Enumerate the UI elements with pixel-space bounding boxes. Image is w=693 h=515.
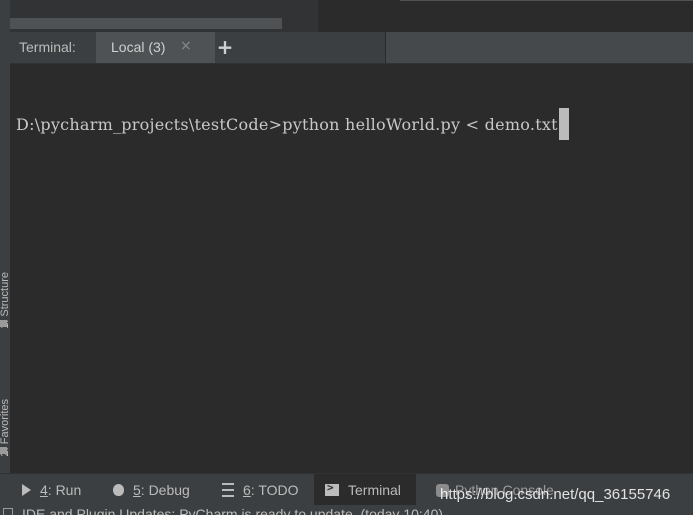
tab-debug[interactable]: 5: Debug <box>113 474 190 506</box>
tab-run-label: : Run <box>47 482 82 498</box>
command-text: python helloWorld.py < demo.txt <box>282 115 558 134</box>
tab-run-key: 4 <box>40 482 48 498</box>
command-line: D:\pycharm_projects\testCode>python hell… <box>16 108 569 140</box>
terminal-output[interactable]: D:\pycharm_projects\testCode>python hell… <box>10 64 693 473</box>
editor-right-pane <box>320 0 693 32</box>
terminal-icon <box>325 481 339 496</box>
tab-todo-label: : TODO <box>250 482 299 498</box>
tab-terminal[interactable]: Terminal <box>314 474 416 506</box>
status-message[interactable]: IDE and Plugin Updates: PyCharm is ready… <box>22 506 443 515</box>
structure-icon <box>0 320 7 327</box>
horizontal-scrollbar[interactable] <box>10 18 282 29</box>
tab-terminal-label: Terminal <box>348 482 401 498</box>
tab-debug-key: 5 <box>133 482 141 498</box>
new-session-button[interactable]: + <box>214 35 236 59</box>
tab-label: Local (3) <box>111 39 166 55</box>
bug-icon <box>113 484 124 496</box>
list-icon <box>222 483 234 497</box>
prompt-path: D:\pycharm_projects\testCode> <box>16 115 283 134</box>
editor-area-top <box>0 0 693 32</box>
tab-todo-key: 6 <box>243 482 251 498</box>
status-toggle-icon[interactable] <box>3 508 13 515</box>
tab-local-3[interactable]: Local (3) × <box>96 32 215 63</box>
play-icon <box>22 484 31 496</box>
terminal-title: Terminal: <box>19 39 76 55</box>
watermark-url: https://blog.csdn.net/qq_36155746 <box>440 486 671 503</box>
close-icon[interactable]: × <box>180 38 192 54</box>
divider-line <box>400 0 693 1</box>
terminal-header: Terminal: Local (3) × + <box>10 32 693 64</box>
tab-run[interactable]: 4: Run <box>22 474 81 506</box>
star-icon <box>0 447 7 454</box>
tab-debug-label: : Debug <box>140 482 190 498</box>
tab-todo[interactable]: 6: TODO <box>222 474 299 506</box>
text-cursor <box>558 108 569 140</box>
header-right-area <box>386 32 693 63</box>
status-bar: IDE and Plugin Updates: PyCharm is ready… <box>0 505 693 515</box>
